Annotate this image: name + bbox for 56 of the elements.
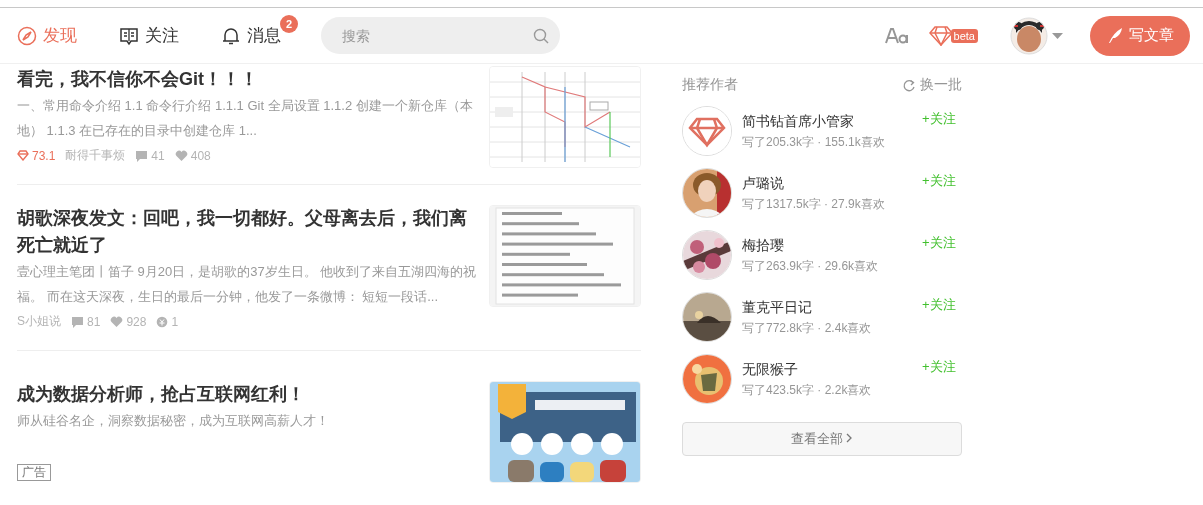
- section-title: 推荐作者: [682, 76, 738, 94]
- author-stats: 写了263.9k字 · 29.6k喜欢: [742, 258, 880, 275]
- search-field[interactable]: 搜索: [321, 17, 560, 54]
- user-avatar[interactable]: [1010, 16, 1048, 55]
- author-name[interactable]: 简书钻首席小管家: [742, 111, 922, 131]
- author-stats: 写了1317.5k字 · 27.9k喜欢: [742, 196, 886, 213]
- article-title[interactable]: 胡歌深夜发文：回吧，我一切都好。父母离去后，我们离死亡就近了: [17, 205, 477, 259]
- feather-icon: [1106, 27, 1123, 44]
- follow-link[interactable]: +关注: [922, 110, 962, 128]
- follow-link[interactable]: +关注: [922, 172, 962, 190]
- author-name[interactable]: 卢璐说: [742, 173, 922, 193]
- author-avatar[interactable]: [683, 169, 731, 217]
- rewards-count: 1: [171, 314, 179, 329]
- font-size-icon[interactable]: [884, 26, 909, 45]
- article-summary: 师从硅谷名企，洞察数据秘密，成为互联网高薪人才！: [17, 412, 330, 430]
- author-avatar[interactable]: [683, 355, 731, 403]
- ad-label: 广告: [17, 464, 51, 481]
- comments-count: 41: [151, 148, 165, 163]
- author-avatar[interactable]: [683, 231, 731, 279]
- author-stats: 写了423.5k字 · 2.2k喜欢: [742, 382, 873, 399]
- compass-icon: [17, 25, 37, 46]
- article-title[interactable]: 看完，我不信你不会Git！！！: [17, 66, 477, 93]
- nav-tab[interactable]: 发现: [17, 24, 77, 47]
- see-all-button[interactable]: 查看全部: [682, 422, 962, 456]
- diamond-count: 73.1: [32, 148, 56, 163]
- caret-icon[interactable]: [1052, 32, 1063, 39]
- follow-link[interactable]: +关注: [922, 296, 962, 314]
- comment-icon: [135, 149, 149, 162]
- author-name[interactable]: 无限猴子: [742, 359, 922, 379]
- book-icon: [119, 25, 139, 46]
- likes-count: 928: [126, 314, 147, 329]
- comments-count: 81: [87, 314, 101, 329]
- likes-count: 408: [190, 148, 211, 163]
- heart-icon: [110, 315, 124, 328]
- diamond-icon: [17, 150, 29, 161]
- refresh-link[interactable]: 换一批: [903, 76, 962, 94]
- write-article-button[interactable]: 写文章: [1090, 15, 1190, 56]
- author-name[interactable]: 董克平日记: [742, 297, 922, 317]
- beta-badge: beta: [950, 28, 978, 43]
- nav-tab[interactable]: 消息: [221, 24, 281, 47]
- author-name[interactable]: 梅拾璎: [742, 235, 922, 255]
- follow-link[interactable]: +关注: [922, 234, 962, 252]
- diamond-icon[interactable]: [928, 25, 953, 46]
- author-avatar[interactable]: [683, 293, 731, 341]
- author-stats: 写了205.3k字 · 155.1k喜欢: [742, 134, 886, 151]
- heart-icon: [174, 149, 188, 162]
- coin-icon: [156, 315, 169, 328]
- notification-badge: 2: [280, 15, 298, 33]
- article-title[interactable]: 成为数据分析师，抢占互联网红利！: [17, 381, 477, 408]
- refresh-icon: [903, 78, 916, 92]
- chevron-icon: [846, 433, 854, 443]
- nav-tab[interactable]: 关注: [119, 24, 179, 47]
- bell-icon: [221, 25, 241, 46]
- follow-link[interactable]: +关注: [922, 358, 962, 376]
- author-stats: 写了772.8k字 · 2.4k喜欢: [742, 320, 873, 337]
- comment-icon: [71, 315, 84, 328]
